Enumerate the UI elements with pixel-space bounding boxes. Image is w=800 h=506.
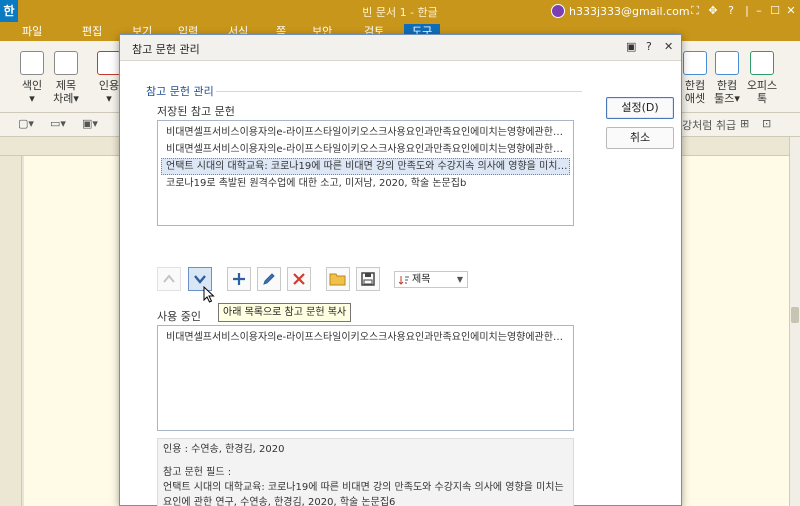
list-item[interactable]: 코로나19로 촉발된 원격수업에 대한 소고, 미저남, 2020, 학술 논문… [161,175,570,192]
cancel-button[interactable]: 취소 [606,127,674,149]
sort-select[interactable]: 제목 ▼ [394,271,468,288]
help-icon[interactable]: ? [724,3,738,19]
hancom-tools-button[interactable]: 한컴 툴즈▾ [712,51,742,105]
save-icon [361,272,375,286]
in-use-references-list[interactable]: 비대면셀프서비스이용자의e-라이프스타일이키오스크사용요인과만족요인에미치는영향… [157,325,574,431]
saved-references-label: 저장된 참고 문헌 [157,105,235,118]
list-item-selected[interactable]: 언택트 시대의 대학교육: 코로나19에 따른 비대면 강의 만족도와 수강지속… [161,158,570,175]
index-icon [20,51,44,75]
robot-icon [750,51,774,75]
dialog-header: 참고 문헌 관리 ▣ ? ✕ [120,35,681,61]
menu-file[interactable]: 파일 [22,24,42,39]
save-file-button[interactable] [356,267,380,291]
ok-button[interactable]: 설정(D) [606,97,674,119]
add-button[interactable] [227,267,251,291]
new-doc-icon[interactable]: ▢▾ [18,117,34,130]
move-icon[interactable]: ✥ [706,3,720,19]
asset-icon [683,51,707,75]
list-item[interactable]: 비대면셀프서비스이용자의e-라이프스타일이키오스크사용요인과만족요인에미치는영향… [161,124,570,141]
hancom-asset-button[interactable]: 한컴 애셋 [682,51,708,105]
dialog-help-icon[interactable]: ? [646,40,652,53]
list-item[interactable]: 비대면셀프서비스이용자의e-라이프스타일이키오스크사용요인과만족요인에미치는영향… [161,329,570,346]
delete-icon [293,273,305,285]
save-icon[interactable]: ▣▾ [82,117,98,130]
dialog-layout-icon[interactable]: ▣ [626,40,636,53]
office-talk-button[interactable]: 오피스 톡 [746,51,778,105]
field-text-line-1: 언택트 시대의 대학교육: 코로나19에 따른 비대면 강의 만족도와 수강지속… [163,482,564,493]
table-icon[interactable]: ⊡ [762,117,771,130]
open-folder-icon[interactable]: ▭▾ [50,117,66,130]
account-area[interactable]: h333j333@gmail.com [551,3,690,19]
index-button[interactable]: 색인 ▾ [18,51,46,105]
move-up-button[interactable] [157,267,181,291]
scroll-thumb[interactable] [791,307,799,323]
reference-info-box: 인용 : 수연송, 한경김, 2020 참고 문헌 필드 : 언택트 시대의 대… [157,438,574,506]
avatar[interactable] [551,4,565,18]
plus-icon [233,273,245,285]
tools-icon [715,51,739,75]
dialog-close-icon[interactable]: ✕ [664,40,673,53]
title-bar: 한 빈 문서 1 - 한글 h333j333@gmail.com ⛶ ✥ ? |… [0,0,800,22]
tooltip: 아래 목록으로 참고 문헌 복사 [218,303,352,322]
field-text-line-2: 요인에 관한 연구, 수연송, 한경김, 2020, 학술 논문집6 [163,497,396,506]
vertical-ruler [0,156,22,506]
group-divider [216,91,582,92]
delete-button[interactable] [287,267,311,291]
open-file-button[interactable] [326,267,350,291]
toc-button[interactable]: 제목 차례▾ [50,51,82,105]
reference-manager-dialog: 참고 문헌 관리 ▣ ? ✕ 참고 문헌 관리 저장된 참고 문헌 비대면셀프서… [119,34,682,506]
citation-icon [97,51,121,75]
menu-edit[interactable]: 편집 [82,24,102,39]
pencil-icon [263,273,275,285]
maximize-button[interactable]: ☐ [768,3,782,19]
vertical-scrollbar[interactable] [789,137,800,506]
group-title: 참고 문헌 관리 [146,85,214,98]
treat-as-text-label[interactable]: 강처럼 취급 [682,117,736,133]
sort-select-value: 제목 [412,274,431,285]
toc-icon [54,51,78,75]
folder-icon [329,273,346,286]
chevron-down-icon: ▼ [456,275,463,284]
in-use-label: 사용 중인 [157,310,201,323]
saved-references-list[interactable]: 비대면셀프서비스이용자의e-라이프스타일이키오스크사용요인과만족요인에미치는영향… [157,120,574,226]
dialog-body: 참고 문헌 관리 저장된 참고 문헌 비대면셀프서비스이용자의e-라이프스타일이… [120,61,681,506]
fullscreen-icon[interactable]: ⛶ [688,3,702,19]
field-label: 참고 문헌 필드 : [163,467,232,478]
account-email[interactable]: h333j333@gmail.com [569,5,690,18]
close-button[interactable]: ✕ [784,3,798,19]
list-item[interactable]: 비대면셀프서비스이용자의e-라이프스타일이키오스크사용요인과만족요인에미치는영향… [161,141,570,158]
grid-icon[interactable]: ⊞ [740,117,749,130]
dialog-title: 참고 문헌 관리 [132,43,200,56]
chevron-up-icon [163,274,175,283]
minimize-button[interactable]: – [752,3,766,19]
edit-button[interactable] [257,267,281,291]
sort-icon [399,275,409,285]
chevron-down-icon [194,275,206,284]
mouse-cursor-icon [203,286,215,303]
citation-text: 인용 : 수연송, 한경김, 2020 [163,444,285,455]
